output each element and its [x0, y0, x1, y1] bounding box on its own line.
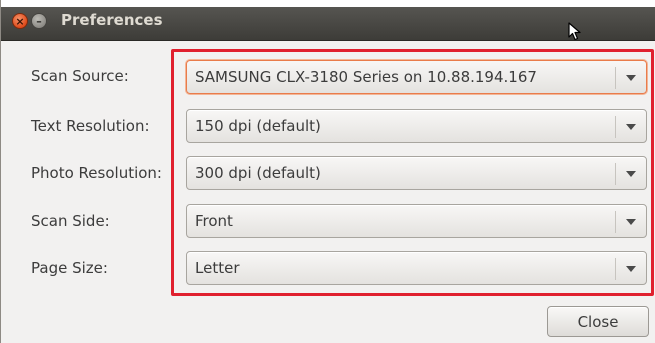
scan-source-label: Scan Source: — [31, 67, 129, 85]
page-size-label: Page Size: — [31, 259, 108, 277]
close-icon: × — [15, 14, 25, 28]
photo-resolution-label: Photo Resolution: — [31, 164, 162, 182]
preferences-dialog: × – Preferences Scan Source: SAMSUNG CLX… — [0, 0, 655, 343]
text-resolution-label: Text Resolution: — [31, 117, 150, 135]
screen-top-strip — [1, 0, 655, 7]
close-window-button[interactable]: × — [12, 13, 28, 29]
scan-side-label: Scan Side: — [31, 212, 110, 230]
window-title: Preferences — [61, 11, 163, 29]
title-bar[interactable]: × – Preferences — [1, 0, 655, 41]
highlight-annotation-box — [171, 49, 654, 296]
mouse-pointer-icon — [568, 22, 581, 41]
minimize-window-button[interactable]: – — [31, 13, 47, 29]
close-button[interactable]: Close — [547, 306, 649, 337]
minimize-icon: – — [36, 14, 42, 28]
